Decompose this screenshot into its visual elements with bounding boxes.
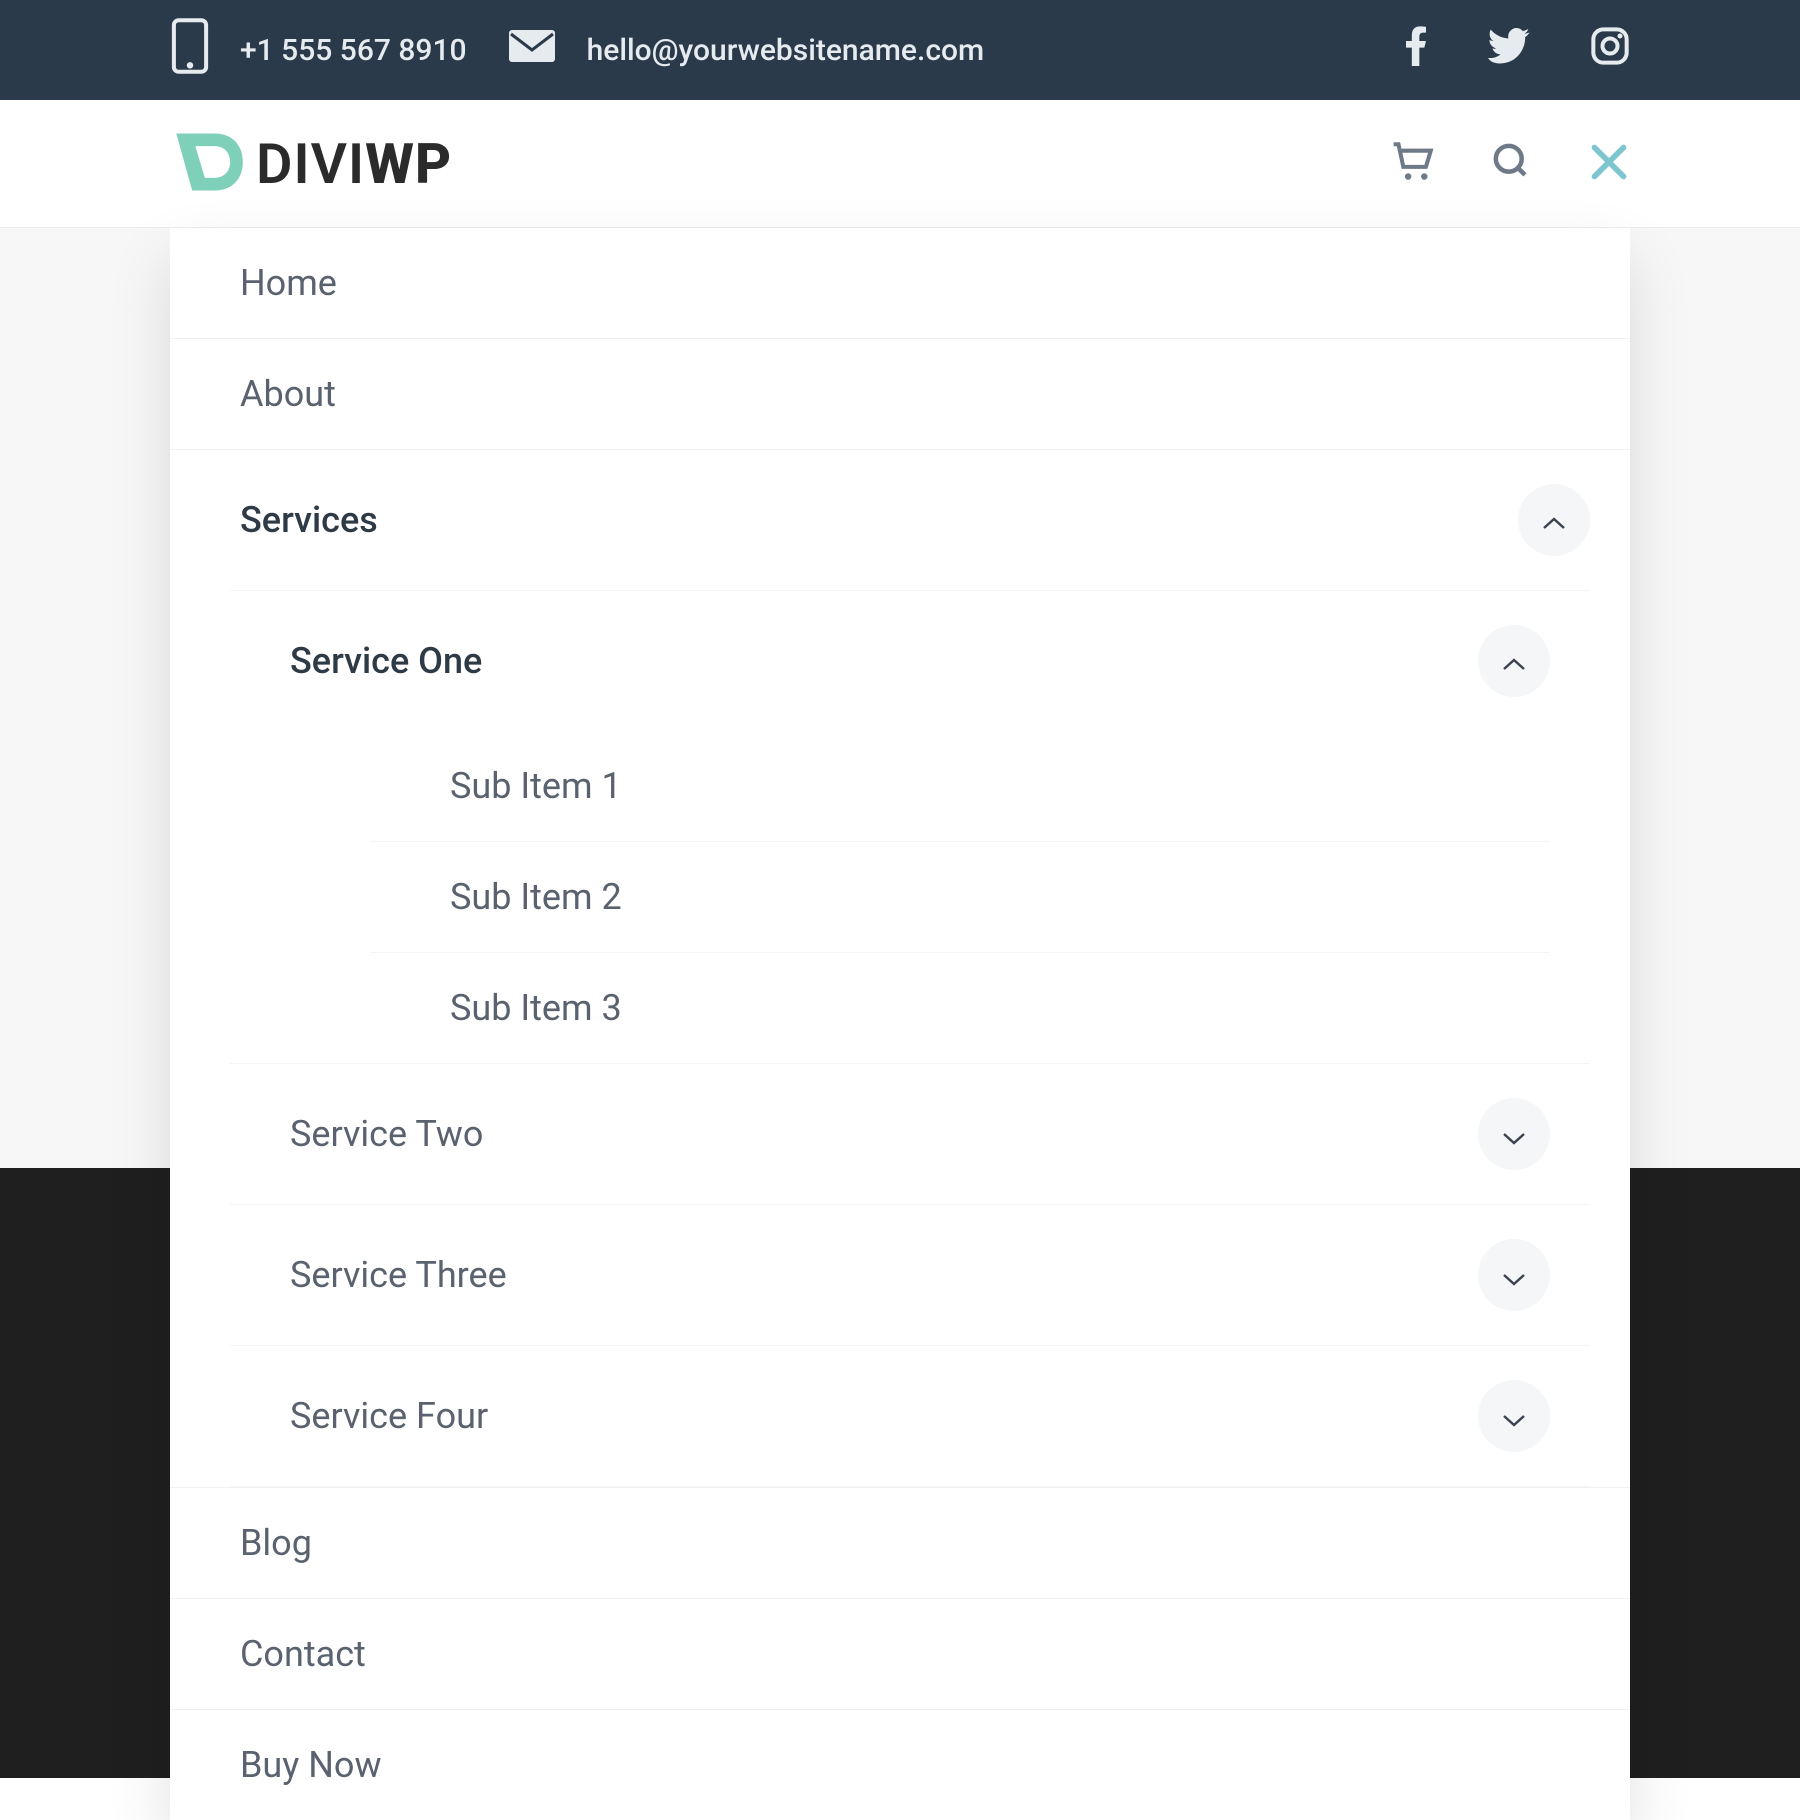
page-body: Home About Services [0,228,1800,1268]
phone-number[interactable]: +1 555 567 8910 [240,33,467,68]
nav-blog[interactable]: Blog [170,1488,1630,1598]
site-logo[interactable]: DIVIWP [170,124,452,204]
phone-icon [170,17,210,83]
nav-service-four-label: Service Four [290,1395,488,1437]
nav-buy-now[interactable]: Buy Now [170,1710,1630,1820]
nav-service-three[interactable]: Service Three [230,1205,1590,1345]
nav-service-two-label: Service Two [290,1113,483,1155]
expand-service-four-button[interactable] [1478,1380,1550,1452]
nav-home[interactable]: Home [170,228,1630,338]
cart-icon[interactable] [1390,141,1436,187]
nav-service-one[interactable]: Service One [230,591,1590,731]
site-header: DIVIWP [0,100,1800,228]
chevron-down-icon [1501,1395,1527,1437]
nav-service-one-label: Service One [290,640,482,682]
expand-service-two-button[interactable] [1478,1098,1550,1170]
email-address[interactable]: hello@yourwebsitename.com [587,33,985,68]
nav-service-two[interactable]: Service Two [230,1064,1590,1204]
collapse-service-one-button[interactable] [1478,625,1550,697]
instagram-icon[interactable] [1590,26,1630,74]
nav-service-three-label: Service Three [290,1254,507,1296]
nav-service-four[interactable]: Service Four [230,1346,1590,1486]
top-contact-bar: +1 555 567 8910 hello@yourwebsitename.co… [0,0,1800,100]
logo-text: DIVIWP [256,131,452,197]
search-icon[interactable] [1491,141,1533,187]
nav-sub-item-1[interactable]: Sub Item 1 [370,731,1550,841]
facebook-icon[interactable] [1406,26,1426,74]
chevron-down-icon [1501,1113,1527,1155]
nav-sub-item-2[interactable]: Sub Item 2 [370,842,1550,952]
nav-sub-item-3[interactable]: Sub Item 3 [370,953,1550,1063]
chevron-down-icon [1501,1254,1527,1296]
twitter-icon[interactable] [1486,28,1530,72]
close-menu-icon[interactable] [1588,141,1630,187]
email-icon [507,28,557,72]
chevron-up-icon [1541,499,1567,541]
expand-service-three-button[interactable] [1478,1239,1550,1311]
mobile-nav-panel: Home About Services [170,228,1630,1820]
chevron-up-icon [1501,640,1527,682]
nav-services-label: Services [240,499,378,541]
nav-contact[interactable]: Contact [170,1599,1630,1709]
collapse-services-button[interactable] [1518,484,1590,556]
nav-services[interactable]: Services [170,450,1630,590]
logo-mark-icon [170,124,246,204]
nav-about[interactable]: About [170,339,1630,449]
